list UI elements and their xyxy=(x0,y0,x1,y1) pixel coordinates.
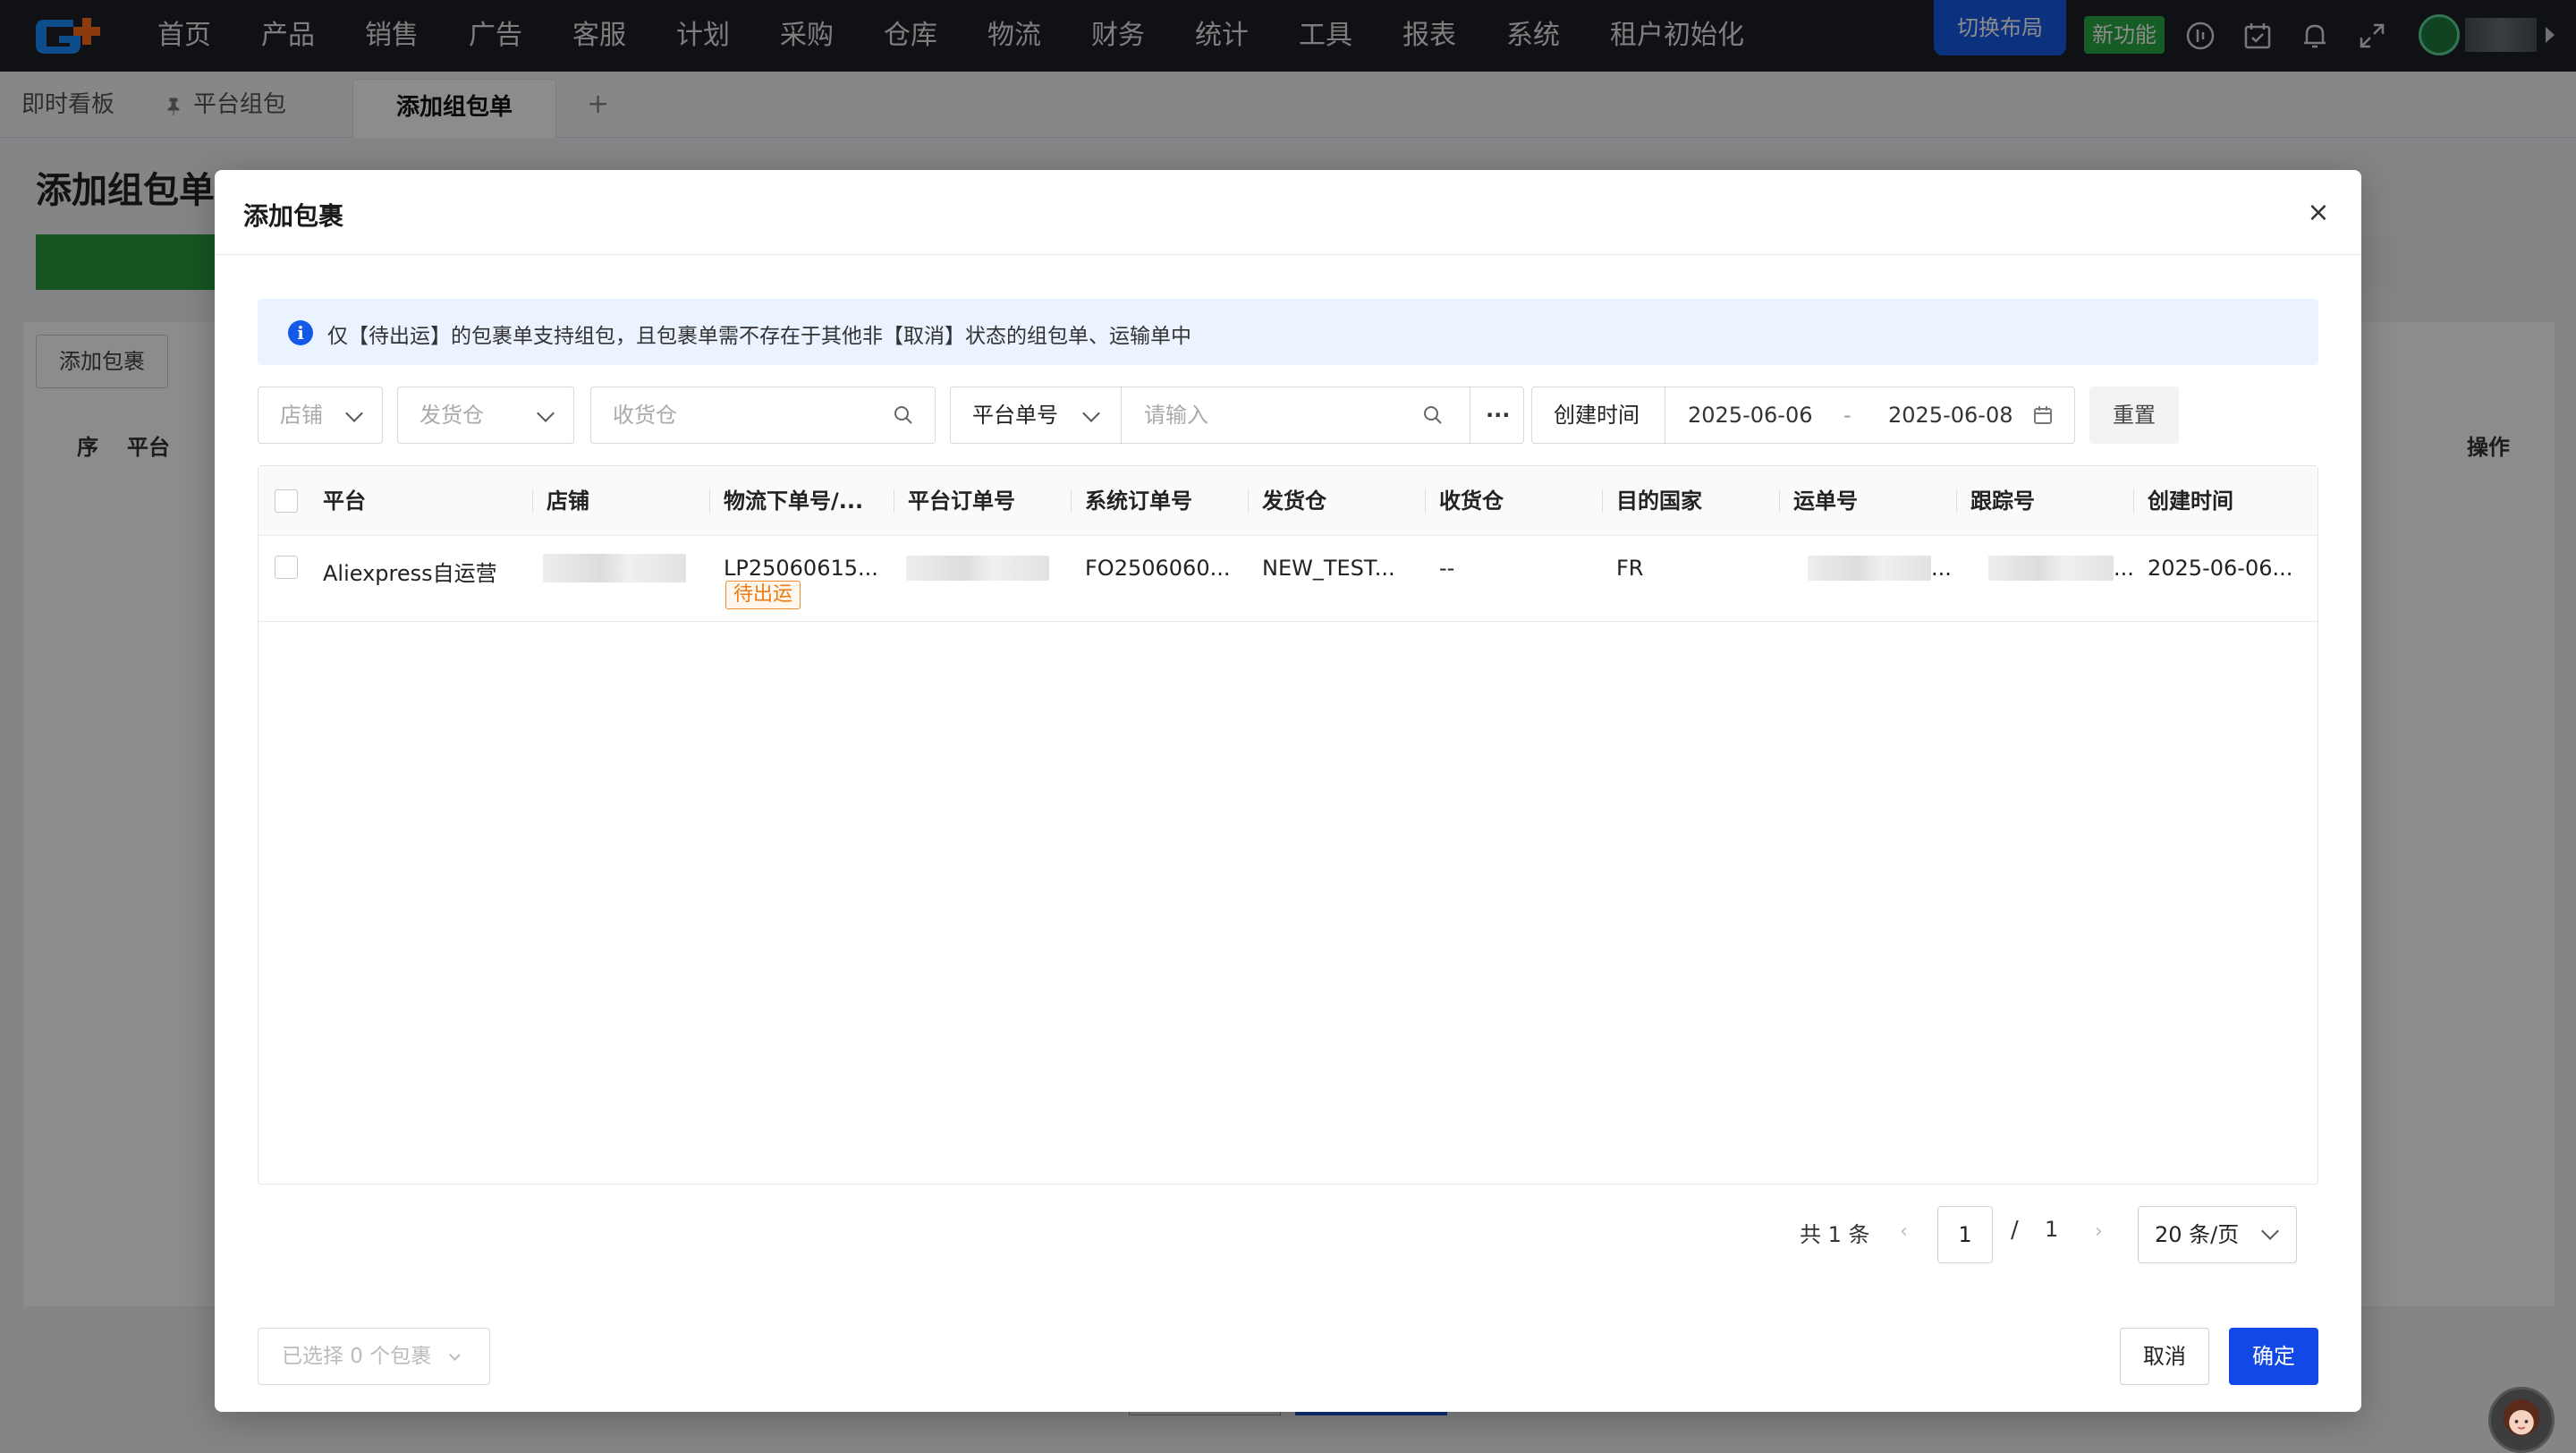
selected-count-label: 已选择 0 个包裹 xyxy=(282,1345,432,1368)
col-system-order-no: 系统订单号 xyxy=(1085,489,1192,514)
receive-warehouse-placeholder: 收货仓 xyxy=(613,403,677,428)
chevron-down-icon xyxy=(2261,1222,2279,1240)
cell-shop-redacted xyxy=(543,554,686,582)
date-to[interactable]: 2025-06-08 xyxy=(1888,387,2012,443)
col-sep xyxy=(1425,489,1426,513)
col-receive-warehouse: 收货仓 xyxy=(1439,489,1504,514)
cell-waybill-ellipsis: ... xyxy=(1931,556,1952,581)
table-row[interactable]: Aliexpress自运营 LP25060615... 待出运 FO250606… xyxy=(258,536,2318,622)
assistant-avatar[interactable] xyxy=(2488,1387,2555,1453)
created-time-range[interactable]: 创建时间 2025-06-06 - 2025-06-08 xyxy=(1531,387,2075,444)
col-sep xyxy=(1248,489,1249,513)
assistant-face-icon xyxy=(2503,1399,2540,1436)
cell-destination-country: FR xyxy=(1616,556,1644,581)
reset-button[interactable]: 重置 xyxy=(2089,387,2179,444)
cancel-button[interactable]: 取消 xyxy=(2120,1328,2209,1385)
date-from[interactable]: 2025-06-06 xyxy=(1688,387,1812,443)
col-sep xyxy=(1071,489,1072,513)
info-notice: i 仅【待出运】的包裹单支持组包，且包裹单需不存在于其他非【取消】状态的组包单、… xyxy=(258,299,2318,365)
more-options-button[interactable]: ··· xyxy=(1486,387,1510,443)
cell-platform: Aliexpress自运营 xyxy=(323,561,497,586)
cell-created-time: 2025-06-06... xyxy=(2148,556,2293,581)
cell-ship-warehouse: NEW_TEST... xyxy=(1262,556,1395,581)
cell-logistics-no: LP25060615... xyxy=(724,556,878,581)
shop-select[interactable]: 店铺 xyxy=(258,387,383,444)
next-page-icon[interactable]: › xyxy=(2095,1220,2103,1243)
col-sep xyxy=(1602,489,1603,513)
col-sep xyxy=(1956,489,1957,513)
search-icon[interactable] xyxy=(894,405,913,425)
cell-receive-warehouse: -- xyxy=(1439,556,1455,581)
shop-select-placeholder: 店铺 xyxy=(280,403,323,428)
ship-warehouse-placeholder: 发货仓 xyxy=(419,403,484,428)
order-type-select[interactable]: 平台单号 xyxy=(972,387,1058,443)
chevron-down-icon xyxy=(345,404,363,422)
order-number-search: 平台单号 请输入 ··· xyxy=(950,387,1524,444)
col-sep xyxy=(2133,489,2134,513)
col-sep xyxy=(1779,489,1780,513)
col-waybill-no: 运单号 xyxy=(1793,489,1858,514)
ship-warehouse-select[interactable]: 发货仓 xyxy=(397,387,574,444)
page-number-input[interactable]: 1 xyxy=(1937,1206,1993,1263)
col-platform: 平台 xyxy=(323,489,366,514)
chevron-down-icon xyxy=(448,1349,461,1361)
pagination-separator: / xyxy=(2011,1217,2019,1244)
modal-header-divider xyxy=(215,254,2361,255)
prev-page-icon[interactable]: ‹ xyxy=(1900,1220,1908,1243)
col-created-time: 创建时间 xyxy=(2148,489,2233,514)
cell-tracking-redacted xyxy=(1988,556,2114,581)
col-destination-country: 目的国家 xyxy=(1616,489,1702,514)
modal-title: 添加包裹 xyxy=(243,201,344,231)
chevron-down-icon[interactable] xyxy=(1082,404,1100,422)
col-platform-order-no: 平台订单号 xyxy=(908,489,1015,514)
table-header: 平台 店铺 物流下单号/... 平台订单号 系统订单号 发货仓 收货仓 目的国家… xyxy=(258,466,2318,536)
order-number-input[interactable]: 请输入 xyxy=(1144,387,1208,443)
divider xyxy=(1121,387,1122,443)
page-size-value: 20 条/页 xyxy=(2155,1222,2240,1247)
chevron-down-icon xyxy=(537,404,555,422)
cell-system-order-no: FO2506060... xyxy=(1085,556,1231,581)
close-icon[interactable]: × xyxy=(2302,197,2334,229)
cell-platform-order-redacted xyxy=(906,556,1049,581)
row-checkbox[interactable] xyxy=(275,556,298,579)
package-table: 平台 店铺 物流下单号/... 平台订单号 系统订单号 发货仓 收货仓 目的国家… xyxy=(258,465,2318,1185)
calendar-icon[interactable] xyxy=(2033,405,2053,425)
confirm-button[interactable]: 确定 xyxy=(2229,1328,2318,1385)
info-icon: i xyxy=(288,320,313,345)
selected-count-button[interactable]: 已选择 0 个包裹 xyxy=(258,1328,490,1385)
search-icon[interactable] xyxy=(1423,405,1443,425)
col-sep xyxy=(532,489,533,513)
created-time-label: 创建时间 xyxy=(1554,403,1640,428)
page-size-select[interactable]: 20 条/页 xyxy=(2138,1206,2297,1263)
col-ship-warehouse: 发货仓 xyxy=(1262,489,1326,514)
col-tracking-no: 跟踪号 xyxy=(1970,489,2035,514)
date-range-separator: - xyxy=(1843,403,1852,428)
col-shop: 店铺 xyxy=(547,489,589,514)
pagination-total-pages: 1 xyxy=(2045,1217,2059,1242)
col-logistics-no: 物流下单号/... xyxy=(724,489,864,514)
notice-text: 仅【待出运】的包裹单支持组包，且包裹单需不存在于其他非【取消】状态的组包单、运输… xyxy=(327,325,1191,348)
status-badge: 待出运 xyxy=(725,581,801,609)
cell-waybill-redacted xyxy=(1808,556,1931,581)
pagination-total: 共 1 条 xyxy=(1800,1222,1870,1247)
cell-tracking-ellipsis: ... xyxy=(2114,556,2134,581)
select-all-checkbox[interactable] xyxy=(275,489,298,513)
add-package-modal: 添加包裹 × i 仅【待出运】的包裹单支持组包，且包裹单需不存在于其他非【取消】… xyxy=(215,170,2361,1412)
col-sep xyxy=(709,489,710,513)
receive-warehouse-input[interactable]: 收货仓 xyxy=(590,387,936,444)
